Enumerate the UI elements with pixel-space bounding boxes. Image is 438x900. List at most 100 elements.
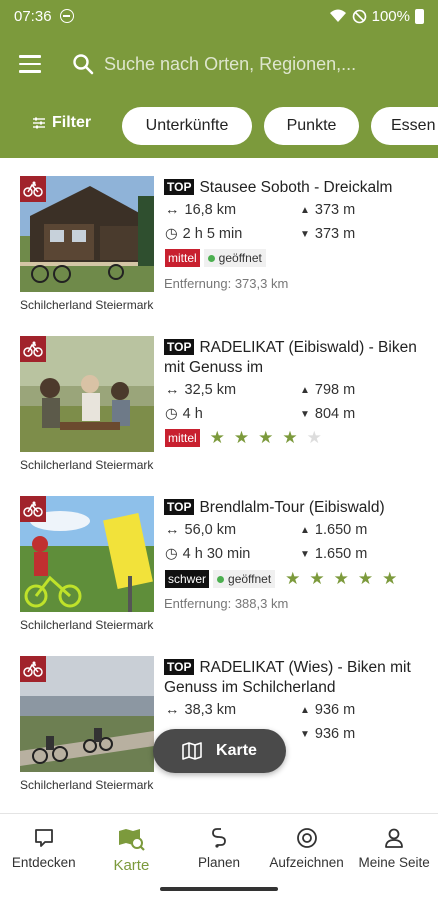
tour-title-text: Brendlalm-Tour (Eibiswald)	[199, 499, 385, 516]
tour-distance: ↔ 16,8 km	[165, 202, 237, 218]
ascent-icon: ▲	[300, 704, 310, 716]
rating-stars: ★ ★ ★ ★ ★	[285, 569, 397, 589]
tour-title: TOP Stausee Soboth - Dreickalm	[164, 178, 426, 198]
star-icon: ★	[282, 428, 298, 447]
tour-distance: ↔ 32,5 km	[165, 382, 237, 398]
home-indicator[interactable]	[160, 887, 278, 891]
search-icon	[73, 54, 94, 75]
tour-image	[20, 336, 154, 452]
tour-title: TOP RADELIKAT (Eibiswald) - Biken mit Gen…	[164, 338, 426, 378]
difficulty-badge: mittel	[165, 249, 200, 267]
tour-ascent: ▲ 936 m	[300, 702, 356, 718]
star-icon: ★	[233, 428, 250, 447]
battery-percent: 100%	[371, 7, 410, 25]
open-dot-icon	[217, 575, 225, 583]
nav-planen[interactable]: Planen	[175, 814, 263, 883]
nav-label: Aufzeichnen	[269, 855, 344, 870]
route-icon	[212, 828, 226, 848]
tour-duration: ◷ 4 h 30 min	[165, 546, 251, 562]
tour-card[interactable]: TOP RADELIKAT (Eibiswald) - Biken mit Gen…	[0, 318, 438, 478]
tour-image	[20, 656, 154, 772]
tour-duration: ◷ 4 h	[165, 406, 203, 422]
discover-icon	[34, 829, 53, 847]
star-icon: ★	[209, 428, 225, 447]
tour-ascent: ▲ 373 m	[300, 202, 356, 218]
tour-badges: mittel geöffnet	[165, 249, 266, 267]
tour-card[interactable]: TOP Brendlalm-Tour (Eibiswald) ↔ 56,0 km ▲…	[0, 478, 438, 638]
chip-unterkuenfte[interactable]: Unterkünfte	[122, 107, 252, 145]
tour-distance: ↔ 38,3 km	[165, 702, 237, 718]
ascent-icon: ▲	[300, 384, 310, 396]
map-fab-label: Karte	[216, 742, 257, 759]
status-badge: geöffnet	[203, 249, 266, 267]
tour-list[interactable]: TOP Stausee Soboth - Dreickalm ↔ 16,8 km ▲…	[0, 158, 438, 813]
tour-title-text: RADELIKAT (Wies) - Biken mit Genuss im S…	[164, 659, 411, 696]
star-empty-icon: ★	[306, 428, 322, 447]
clock-icon: ◷	[165, 546, 178, 562]
difficulty-badge: mittel	[165, 429, 200, 447]
top-badge: TOP	[164, 499, 195, 515]
tour-badges: mittel ★ ★ ★ ★ ★	[165, 428, 322, 448]
chip-label: Essen	[391, 117, 436, 134]
clock-icon: ◷	[165, 226, 178, 242]
map-fab-button[interactable]: Karte	[153, 729, 286, 773]
tour-title-text: Stausee Soboth - Dreickalm	[199, 179, 393, 196]
menu-button[interactable]	[0, 32, 60, 96]
tour-descent: ▼ 1.650 m	[300, 546, 368, 562]
status-badge: geöffnet	[213, 570, 276, 588]
chip-essen[interactable]: Essen	[371, 107, 438, 145]
status-icons: 100%	[329, 8, 424, 25]
descent-icon: ▼	[300, 548, 310, 560]
distance-icon: ↔	[165, 202, 180, 218]
star-icon: ★	[382, 569, 398, 588]
tour-card[interactable]: TOP Stausee Soboth - Dreickalm ↔ 16,8 km ▲…	[0, 158, 438, 318]
tour-descent: ▼ 804 m	[300, 406, 356, 422]
tour-away-distance: Entfernung: 388,3 km	[164, 596, 289, 611]
chip-label: Punkte	[286, 117, 337, 134]
tour-distance: ↔ 56,0 km	[165, 522, 237, 538]
menu-icon	[19, 55, 41, 58]
descent-icon: ▼	[300, 228, 310, 240]
bike-icon	[20, 656, 46, 682]
top-badge: TOP	[164, 339, 195, 355]
top-badge: TOP	[164, 179, 195, 195]
tour-descent: ▼ 936 m	[300, 726, 356, 742]
profile-icon	[385, 828, 404, 848]
descent-icon: ▼	[300, 408, 310, 420]
do-not-disturb-icon	[59, 9, 74, 23]
top-badge: TOP	[164, 659, 195, 675]
tour-ascent: ▲ 1.650 m	[300, 522, 368, 538]
filter-sliders-icon	[33, 117, 45, 129]
nav-aufzeichnen[interactable]: Aufzeichnen	[263, 814, 351, 883]
distance-icon: ↔	[165, 522, 180, 538]
tour-image	[20, 176, 154, 292]
nav-label: Entdecken	[11, 855, 76, 870]
distance-icon: ↔	[165, 382, 180, 398]
clock-icon: ◷	[165, 406, 178, 422]
bottom-nav: Entdecken Karte Planen Aufzeichnen Meine…	[0, 813, 438, 883]
tour-ascent: ▲ 798 m	[300, 382, 356, 398]
tour-away-distance: Entfernung: 373,3 km	[164, 276, 289, 291]
tour-badges: schwer geöffnet ★ ★ ★ ★ ★	[165, 569, 397, 589]
nav-karte[interactable]: Karte	[88, 814, 176, 883]
chip-label: Unterkünfte	[145, 117, 229, 134]
filter-bar: Filter Unterkünfte Punkte Essen	[0, 96, 438, 158]
open-dot-icon	[207, 254, 215, 262]
app-bar	[0, 32, 438, 96]
status-time: 07:36	[14, 7, 52, 25]
search-bar[interactable]	[60, 32, 438, 96]
star-icon: ★	[285, 569, 301, 588]
nav-entdecken[interactable]: Entdecken	[0, 814, 88, 883]
star-icon: ★	[333, 569, 349, 588]
chip-punkte[interactable]: Punkte	[264, 107, 359, 145]
record-icon	[296, 828, 317, 848]
rating-stars: ★ ★ ★ ★ ★	[210, 428, 322, 448]
map-icon	[182, 742, 202, 760]
tour-title: TOP Brendlalm-Tour (Eibiswald)	[164, 498, 426, 518]
tour-title-text: RADELIKAT (Eibiswald) - Biken mit Genuss…	[164, 339, 417, 376]
nav-meine-seite[interactable]: Meine Seite	[350, 814, 438, 883]
tour-card[interactable]: TOP RADELIKAT (Wies) - Biken mit Genuss i…	[0, 638, 438, 798]
filter-button[interactable]: Filter	[32, 114, 91, 132]
bike-icon	[20, 176, 46, 202]
search-input[interactable]	[104, 53, 394, 75]
